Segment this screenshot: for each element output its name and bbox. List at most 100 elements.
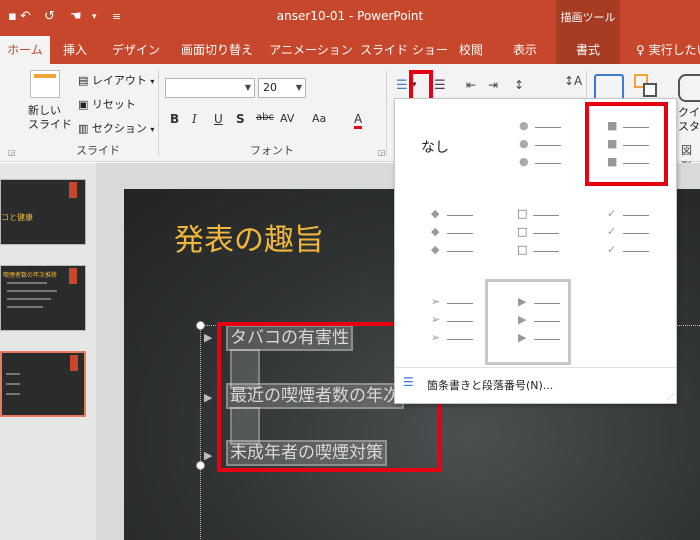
quick-style-button[interactable]: クイック スタイル bbox=[678, 106, 700, 134]
tab-insert[interactable]: 挿入 bbox=[50, 36, 100, 64]
underline-button[interactable]: U bbox=[214, 112, 223, 126]
font-size-combo[interactable]: 20 ▼ bbox=[258, 78, 306, 98]
checkmark-bullet-icon: ✓ bbox=[607, 225, 617, 238]
bullets-and-numbering-button[interactable]: ☰ 箇条書きと段落番号(N)... bbox=[401, 373, 671, 395]
redo-icon[interactable]: ↺ bbox=[44, 9, 55, 25]
diamond-bullet-icon: ◆ bbox=[431, 225, 440, 238]
bullet-line bbox=[623, 215, 649, 216]
bullet-line bbox=[447, 233, 473, 234]
triangle-bullet-icon: ▶ bbox=[518, 313, 527, 326]
slide-thumbnail-2[interactable]: 喫煙者数の年次推移 bbox=[0, 265, 86, 331]
bullet-list-icon: ☰ bbox=[403, 375, 414, 389]
filled-circle-bullet-icon: ● bbox=[519, 119, 529, 132]
bullet-line bbox=[623, 233, 649, 234]
section-icon: ▥ bbox=[78, 122, 89, 135]
group-separator bbox=[386, 70, 387, 156]
shadow-button[interactable]: S bbox=[236, 112, 245, 126]
filled-circle-bullet-icon: ● bbox=[519, 137, 529, 150]
touch-mode-icon[interactable]: ☚ bbox=[70, 9, 82, 25]
tab-animations[interactable]: アニメーション bbox=[266, 36, 356, 64]
checkmark-bullet-icon: ✓ bbox=[607, 243, 617, 256]
dialog-launcher-icon[interactable]: ◲ bbox=[8, 148, 16, 157]
thumbnail-line bbox=[6, 373, 20, 375]
line-spacing-button[interactable]: ↕ bbox=[514, 78, 524, 92]
bullets-and-numbering-label: 箇条書きと段落番号(N)... bbox=[427, 379, 554, 392]
bullet-option-checkmark[interactable]: ✓ ✓ ✓ bbox=[603, 203, 687, 283]
bullet-line bbox=[447, 339, 473, 340]
group-label-slide: スライド bbox=[76, 144, 120, 157]
triangle-bullet-icon: ▶ bbox=[204, 391, 213, 404]
new-slide-icon[interactable] bbox=[30, 70, 60, 98]
tab-review[interactable]: 校閲 bbox=[446, 36, 496, 64]
thumbnail-accent-bar bbox=[69, 182, 77, 198]
thumbnail-accent-bar bbox=[70, 355, 78, 371]
tab-design[interactable]: デザイン bbox=[104, 36, 168, 64]
tab-format[interactable]: 書式 bbox=[556, 36, 620, 64]
numbering-button[interactable]: ☰ bbox=[434, 78, 446, 93]
resize-grip-icon[interactable]: ⋰ bbox=[667, 393, 674, 401]
arrowhead-bullet-icon: ➢ bbox=[431, 331, 441, 344]
resize-handle[interactable] bbox=[196, 461, 205, 470]
new-slide-button[interactable]: 新しい スライド bbox=[28, 104, 72, 132]
tab-view[interactable]: 表示 bbox=[500, 36, 550, 64]
thumbnail-line bbox=[6, 383, 20, 385]
tab-slideshow[interactable]: スライド ショー bbox=[360, 36, 448, 64]
bullet-line bbox=[533, 251, 559, 252]
thumbnail-line bbox=[7, 282, 47, 284]
bullet-option-triangle-current[interactable]: ▶ ▶ ▶ bbox=[485, 279, 571, 365]
font-name-combo[interactable]: ▼ bbox=[165, 78, 255, 98]
bullet-option-filled-round[interactable]: ● ● ● bbox=[497, 107, 581, 187]
title-bar: ▪ ↶ ↺ ☚ ▾ ≡ 描画ツール anser10-01 - PowerPoin… bbox=[0, 0, 700, 36]
font-size-value: 20 bbox=[263, 81, 277, 94]
bullet-line bbox=[447, 321, 473, 322]
dialog-launcher-icon[interactable]: ◲ bbox=[378, 148, 386, 157]
bold-button[interactable]: B bbox=[170, 112, 179, 126]
group-separator bbox=[158, 70, 159, 156]
tell-me-search[interactable]: ♀ 実行したい bbox=[636, 36, 700, 64]
undo-icon[interactable]: ↶ bbox=[20, 9, 31, 25]
font-color-button[interactable]: A bbox=[354, 112, 363, 129]
slide-thumbnail-3-selected[interactable] bbox=[0, 351, 86, 417]
bullet-option-hollow-square[interactable]: □ □ □ bbox=[513, 203, 597, 283]
resize-handle[interactable] bbox=[196, 321, 205, 330]
group-label-font: フォント bbox=[250, 144, 294, 157]
change-case-button[interactable]: Aa bbox=[312, 112, 326, 125]
italic-button[interactable]: I bbox=[192, 112, 197, 126]
bullet-line bbox=[623, 251, 649, 252]
thumbnail-line bbox=[7, 298, 51, 300]
bullet-line bbox=[533, 215, 559, 216]
tab-home[interactable]: ホーム bbox=[0, 36, 50, 64]
bullet-line bbox=[447, 251, 473, 252]
strikethrough-button[interactable]: abc bbox=[256, 112, 274, 123]
increase-indent-button[interactable]: ⇥ bbox=[488, 78, 498, 92]
bullets-button[interactable]: ☰ bbox=[396, 78, 408, 93]
triangle-bullet-icon: ▶ bbox=[518, 295, 527, 308]
character-spacing-button[interactable]: AV bbox=[280, 112, 294, 125]
filled-circle-bullet-icon: ● bbox=[519, 155, 529, 168]
slide-title[interactable]: 発表の趣旨 bbox=[174, 215, 324, 259]
touch-mode-dropdown-icon[interactable]: ▾ bbox=[92, 9, 97, 25]
reset-label: リセット bbox=[91, 98, 136, 111]
checkmark-bullet-icon: ✓ bbox=[607, 207, 617, 220]
slide-thumbnail-pane: コと健康 喫煙者数の年次推移 bbox=[0, 163, 96, 540]
quick-style-icon[interactable] bbox=[678, 74, 700, 102]
decrease-indent-button[interactable]: ⇤ bbox=[466, 78, 476, 92]
thumbnail-line bbox=[7, 306, 43, 308]
slide-thumbnail-title: コと健康 bbox=[1, 213, 33, 222]
bullet-option-none[interactable]: なし bbox=[401, 107, 485, 187]
text-direction-button[interactable]: ↕A bbox=[564, 74, 582, 88]
section-button[interactable]: ▥ セクション ▾ bbox=[78, 120, 154, 136]
arrange-icon[interactable] bbox=[634, 74, 660, 100]
customize-qat-icon[interactable]: ≡ bbox=[112, 9, 121, 25]
tab-transitions[interactable]: 画面切り替え bbox=[172, 36, 262, 64]
slide-thumbnail-1[interactable]: コと健康 bbox=[0, 179, 86, 245]
bullet-line bbox=[533, 233, 559, 234]
bullet-line bbox=[447, 303, 473, 304]
gallery-divider bbox=[395, 367, 676, 368]
chevron-down-icon: ▼ bbox=[244, 83, 251, 92]
layout-label: レイアウト bbox=[91, 74, 147, 87]
save-icon[interactable]: ▪ bbox=[8, 9, 17, 25]
bullet-option-diamond[interactable]: ◆ ◆ ◆ bbox=[427, 203, 511, 283]
reset-button[interactable]: ▣ リセット bbox=[78, 96, 136, 112]
layout-button[interactable]: ▤ レイアウト ▾ bbox=[78, 72, 154, 88]
